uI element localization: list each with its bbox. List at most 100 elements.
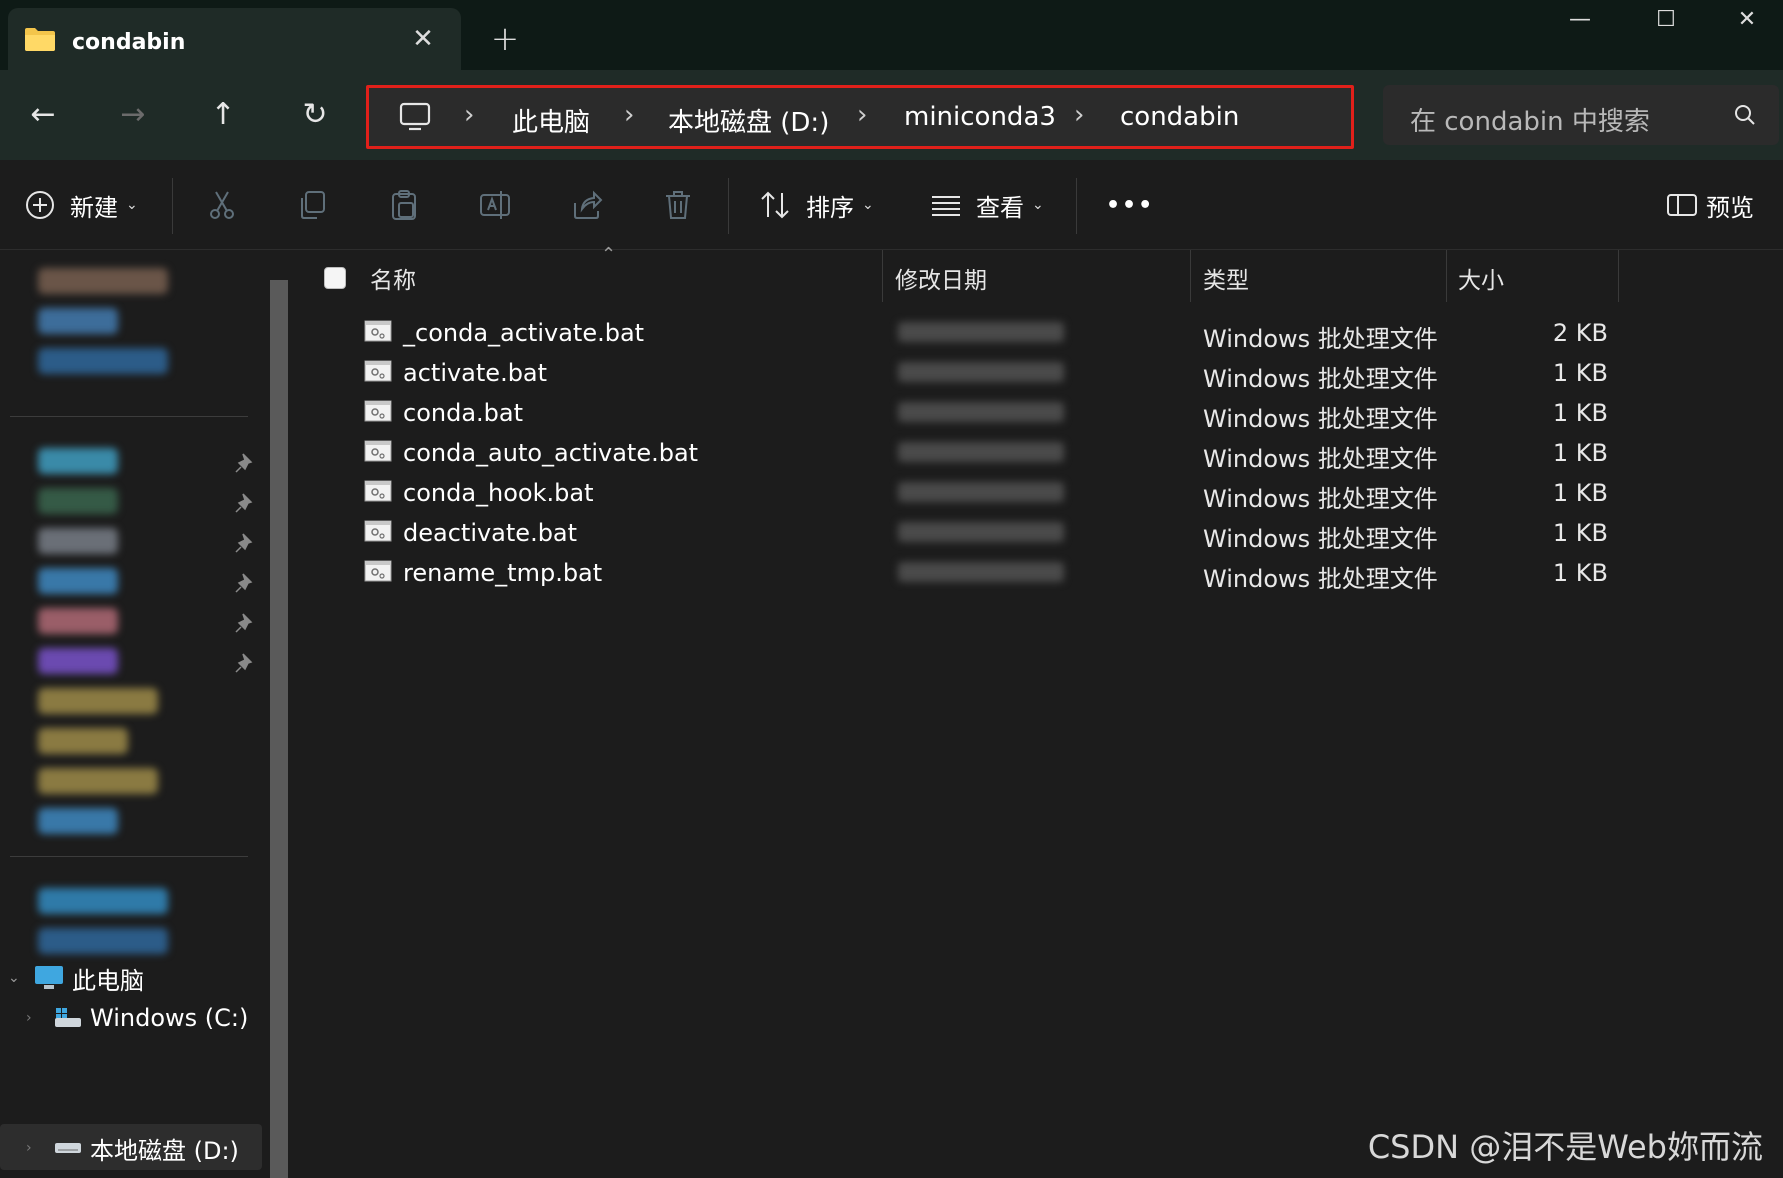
quick-access-blurred[interactable] (38, 308, 118, 334)
network-item-blurred[interactable] (38, 928, 168, 954)
tab-close-button[interactable]: ✕ (408, 24, 438, 54)
close-window-button[interactable]: ✕ (1712, 0, 1782, 40)
pinned-item-blurred[interactable] (38, 688, 158, 714)
forward-button[interactable]: → (110, 92, 156, 138)
breadcrumb-separator: › (1074, 100, 1085, 130)
computer-icon (399, 102, 431, 131)
pinned-item-blurred[interactable] (38, 728, 128, 754)
column-header-date[interactable]: 修改日期 (895, 250, 987, 306)
batch-file-icon (364, 520, 392, 542)
pinned-item-blurred[interactable] (38, 608, 118, 634)
file-name[interactable]: conda_auto_activate.bat (403, 439, 698, 467)
file-row[interactable]: _conda_activate.bat Windows 批处理文件 2 KB (298, 312, 1628, 353)
file-row[interactable]: rename_tmp.bat Windows 批处理文件 1 KB (298, 552, 1628, 593)
sidebar-divider (10, 416, 248, 417)
column-divider[interactable] (1190, 250, 1191, 302)
pin-icon[interactable] (234, 532, 256, 554)
breadcrumb-separator: › (464, 100, 475, 130)
network-item-blurred[interactable] (38, 888, 168, 914)
chevron-down-icon: ⌄ (1032, 197, 1044, 213)
tab-condabin[interactable]: condabin ✕ (8, 8, 461, 70)
paste-icon[interactable] (386, 187, 422, 223)
column-divider[interactable] (1618, 250, 1619, 302)
back-button[interactable]: ← (20, 92, 66, 138)
select-all-checkbox[interactable] (324, 250, 346, 306)
search-icon[interactable] (1733, 103, 1757, 127)
rename-icon[interactable] (477, 187, 513, 223)
breadcrumb-separator: › (624, 100, 635, 130)
chevron-right-icon[interactable]: › (26, 1010, 54, 1026)
pin-icon[interactable] (234, 492, 256, 514)
pinned-item-blurred[interactable] (38, 528, 118, 554)
column-header-name[interactable]: 名称 (370, 250, 416, 306)
preview-button[interactable]: 预览 (1664, 182, 1754, 228)
maximize-button[interactable]: ☐ (1626, 0, 1706, 40)
file-name[interactable]: activate.bat (403, 359, 547, 387)
file-row[interactable]: conda_auto_activate.bat Windows 批处理文件 1 KB (298, 432, 1628, 473)
breadcrumb-drive-d[interactable]: 本地磁盘 (D:) (668, 102, 829, 139)
new-button[interactable]: 新建 ⌄ (22, 182, 138, 228)
preview-pane-icon (1667, 194, 1697, 216)
more-options-button[interactable]: ••• (1106, 182, 1154, 228)
up-button[interactable]: ↑ (200, 92, 246, 138)
drive-c-icon (55, 1008, 81, 1027)
sidebar-item-drive-d[interactable]: › 本地磁盘 (D:) (26, 1128, 239, 1168)
cut-icon[interactable] (204, 187, 240, 223)
file-row[interactable]: deactivate.bat Windows 批处理文件 1 KB (298, 512, 1628, 553)
refresh-button[interactable]: ↻ (292, 92, 338, 138)
batch-file-icon (364, 560, 392, 582)
pinned-item-blurred[interactable] (38, 448, 118, 474)
file-row[interactable]: activate.bat Windows 批处理文件 1 KB (298, 352, 1628, 393)
pinned-item-blurred[interactable] (38, 648, 118, 674)
sidebar-item-drive-c[interactable]: › Windows (C:) (26, 998, 248, 1038)
sort-button[interactable]: 排序 ⌄ (758, 182, 874, 228)
pinned-item-blurred[interactable] (38, 568, 118, 594)
toolbar-divider (728, 178, 729, 234)
file-name[interactable]: conda_hook.bat (403, 479, 594, 507)
search-box[interactable]: 在 condabin 中搜索 (1383, 85, 1779, 145)
view-button[interactable]: 查看 ⌄ (928, 182, 1044, 228)
title-bar: condabin ✕ + — ☐ ✕ (0, 0, 1783, 70)
pinned-item-blurred[interactable] (38, 768, 158, 794)
sidebar-scrollbar[interactable] (270, 280, 288, 1178)
file-row[interactable]: conda.bat Windows 批处理文件 1 KB (298, 392, 1628, 433)
minimize-button[interactable]: — (1540, 0, 1620, 40)
file-name[interactable]: rename_tmp.bat (403, 559, 602, 587)
pinned-item-blurred[interactable] (38, 808, 118, 834)
share-icon[interactable] (569, 187, 605, 223)
chevron-down-icon[interactable]: ⌄ (8, 970, 34, 986)
breadcrumb-miniconda3[interactable]: miniconda3 (904, 102, 1056, 132)
file-date-blurred (898, 362, 1064, 382)
drive-d-icon (55, 1143, 81, 1153)
column-divider[interactable] (882, 250, 883, 302)
column-divider[interactable] (1446, 250, 1447, 302)
address-bar[interactable]: › 此电脑 › 本地磁盘 (D:) › miniconda3 › condabi… (366, 85, 1354, 149)
column-header-size[interactable]: 大小 (1458, 250, 1504, 306)
sidebar-divider (10, 856, 248, 857)
file-type: Windows 批处理文件 (1203, 525, 1438, 553)
pin-icon[interactable] (234, 612, 256, 634)
view-list-icon (932, 196, 960, 216)
file-row[interactable]: conda_hook.bat Windows 批处理文件 1 KB (298, 472, 1628, 513)
sidebar-item-this-pc[interactable]: ⌄ 此电脑 (8, 958, 144, 998)
quick-access-blurred[interactable] (38, 268, 168, 294)
quick-access-blurred[interactable] (38, 348, 168, 374)
file-name[interactable]: _conda_activate.bat (403, 319, 644, 347)
add-circle-icon (26, 191, 54, 219)
search-input[interactable]: 在 condabin 中搜索 (1410, 101, 1650, 138)
pin-icon[interactable] (234, 572, 256, 594)
chevron-right-icon[interactable]: › (26, 1140, 54, 1156)
breadcrumb-condabin[interactable]: condabin (1120, 102, 1239, 132)
file-size: 1 KB (1552, 359, 1608, 387)
tab-title: condabin (72, 30, 186, 55)
file-name[interactable]: deactivate.bat (403, 519, 577, 547)
pinned-item-blurred[interactable] (38, 488, 118, 514)
new-tab-button[interactable]: + (488, 22, 522, 56)
file-name[interactable]: conda.bat (403, 399, 523, 427)
breadcrumb-this-pc[interactable]: 此电脑 (512, 102, 590, 139)
column-header-type[interactable]: 类型 (1203, 250, 1249, 306)
pin-icon[interactable] (234, 652, 256, 674)
delete-icon[interactable] (660, 187, 696, 223)
copy-icon[interactable] (295, 187, 331, 223)
pin-icon[interactable] (234, 452, 256, 474)
